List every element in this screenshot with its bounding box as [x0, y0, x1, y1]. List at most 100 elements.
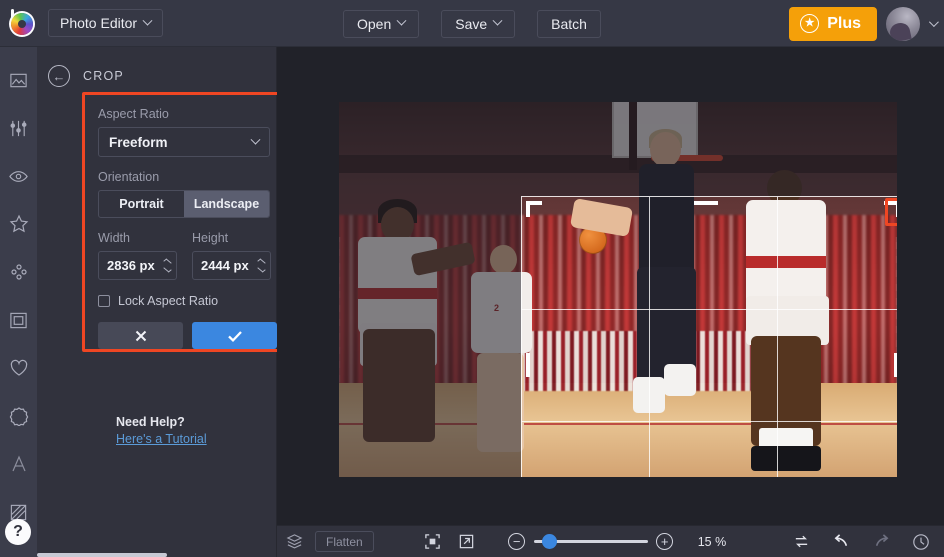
- batch-button[interactable]: Batch: [537, 10, 601, 38]
- layers-icon: [286, 533, 303, 550]
- top-bar-right-group: ★ Plus: [789, 0, 936, 47]
- focused-handle-highlight: [885, 198, 897, 226]
- expand-button[interactable]: [450, 526, 484, 557]
- lock-aspect-ratio-label: Lock Aspect Ratio: [118, 294, 218, 308]
- undo-icon: [832, 532, 851, 551]
- plus-upgrade-button[interactable]: ★ Plus: [789, 7, 877, 41]
- aspect-ratio-select[interactable]: Freeform: [98, 127, 270, 157]
- color-wheel-logo[interactable]: [7, 8, 37, 38]
- open-label: Open: [357, 16, 391, 32]
- tutorial-link[interactable]: Here's a Tutorial: [116, 432, 207, 446]
- help-button[interactable]: ?: [5, 519, 31, 545]
- app-menu-button[interactable]: Photo Editor: [48, 9, 163, 37]
- horizontal-scrollbar[interactable]: [37, 553, 167, 557]
- photo-canvas[interactable]: 2: [339, 102, 897, 477]
- text-a-icon: [9, 454, 29, 474]
- apply-button[interactable]: [192, 322, 277, 349]
- spinner-arrows-icon[interactable]: [258, 260, 265, 271]
- top-bar: Photo Editor Open Save Batch ★ Plus: [0, 0, 944, 47]
- zoom-slider-thumb[interactable]: [542, 534, 557, 549]
- sidebar-item-text[interactable]: [0, 444, 37, 484]
- dimension-fields: Width 2836 px Height 2444 px: [98, 231, 288, 280]
- crop-handle-right[interactable]: [894, 353, 897, 377]
- open-button[interactable]: Open: [343, 10, 419, 38]
- redo-button[interactable]: [864, 526, 898, 557]
- image-icon: [9, 71, 28, 90]
- height-stepper[interactable]: 2444 px: [192, 251, 271, 280]
- crop-rectangle[interactable]: [521, 196, 897, 477]
- crop-grid-line: [522, 421, 897, 422]
- orientation-label: Orientation: [98, 170, 288, 184]
- sidebar-item-adjust[interactable]: [0, 108, 37, 148]
- redo-icon: [872, 532, 891, 551]
- sidebar-item-stickers[interactable]: [0, 396, 37, 436]
- canvas-area[interactable]: 2: [277, 47, 944, 525]
- layers-button[interactable]: [277, 526, 311, 557]
- spinner-arrows-icon[interactable]: [164, 260, 171, 271]
- eye-icon: [8, 166, 29, 187]
- page-title: CROP: [83, 69, 124, 83]
- sliders-icon: [9, 119, 28, 138]
- crop-handle-left[interactable]: [526, 353, 530, 377]
- sidebar-item-image[interactable]: [0, 60, 37, 100]
- crop-handle-top-left[interactable]: [526, 201, 544, 219]
- check-icon: [226, 328, 244, 344]
- history-button[interactable]: [904, 526, 938, 557]
- aspect-ratio-value: Freeform: [109, 135, 168, 150]
- chevron-down-icon: [143, 15, 153, 25]
- history-controls: [784, 526, 944, 557]
- zoom-level-value: 15 %: [698, 535, 727, 549]
- orientation-option-portrait[interactable]: Portrait: [99, 191, 184, 217]
- crop-dim-left: [339, 102, 521, 477]
- avatar[interactable]: [886, 7, 920, 41]
- sidebar-item-retouch[interactable]: [0, 156, 37, 196]
- batch-label: Batch: [551, 16, 587, 32]
- frame-icon: [9, 311, 28, 330]
- orientation-toggle: Portrait Landscape: [98, 190, 270, 218]
- zoom-slider[interactable]: [534, 533, 648, 550]
- crop-dim-top: [521, 102, 897, 196]
- chevron-down-icon: [251, 134, 261, 144]
- save-label: Save: [455, 16, 487, 32]
- fit-to-screen-icon: [424, 533, 441, 550]
- cancel-button[interactable]: [98, 322, 183, 349]
- chevron-down-icon[interactable]: [929, 17, 939, 27]
- fit-to-screen-button[interactable]: [416, 526, 450, 557]
- crop-settings-highlight: Aspect Ratio Freeform Orientation Portra…: [82, 92, 304, 352]
- crop-action-buttons: [98, 322, 288, 349]
- chevron-down-icon: [397, 16, 407, 26]
- orientation-option-landscape[interactable]: Landscape: [184, 191, 269, 217]
- tool-rail: ?: [0, 47, 37, 557]
- zoom-out-button[interactable]: −: [500, 526, 534, 557]
- sidebar-item-favorites[interactable]: [0, 348, 37, 388]
- width-label: Width: [98, 231, 177, 245]
- checkbox-icon: [98, 295, 110, 307]
- star-icon: [9, 214, 29, 234]
- save-button[interactable]: Save: [441, 10, 515, 38]
- star-circle-icon: ★: [800, 14, 819, 33]
- crop-grid-line: [522, 309, 897, 310]
- crop-grid-line: [649, 197, 650, 477]
- compare-button[interactable]: [784, 526, 818, 557]
- undo-button[interactable]: [824, 526, 858, 557]
- close-x-icon: [133, 328, 149, 344]
- back-arrow-icon[interactable]: ←: [48, 65, 70, 87]
- crop-grid-line: [777, 197, 778, 477]
- app-menu-label: Photo Editor: [60, 15, 137, 31]
- crop-panel: ← CROP Aspect Ratio Freeform Orientation…: [37, 47, 277, 557]
- particles-icon: [9, 262, 29, 282]
- plus-label: Plus: [827, 15, 861, 33]
- sidebar-item-frames[interactable]: [0, 300, 37, 340]
- sidebar-item-overlays[interactable]: [0, 252, 37, 292]
- aspect-ratio-label: Aspect Ratio: [98, 107, 288, 121]
- sidebar-item-effects[interactable]: [0, 204, 37, 244]
- plus-icon: +: [656, 533, 673, 550]
- crop-handle-top[interactable]: [694, 201, 718, 205]
- zoom-in-button[interactable]: +: [648, 526, 682, 557]
- flatten-button[interactable]: Flatten: [315, 531, 374, 552]
- height-label: Height: [192, 231, 271, 245]
- height-value: 2444 px: [201, 258, 249, 273]
- expand-icon: [458, 533, 475, 550]
- width-stepper[interactable]: 2836 px: [98, 251, 177, 280]
- lock-aspect-ratio-checkbox[interactable]: Lock Aspect Ratio: [98, 294, 288, 308]
